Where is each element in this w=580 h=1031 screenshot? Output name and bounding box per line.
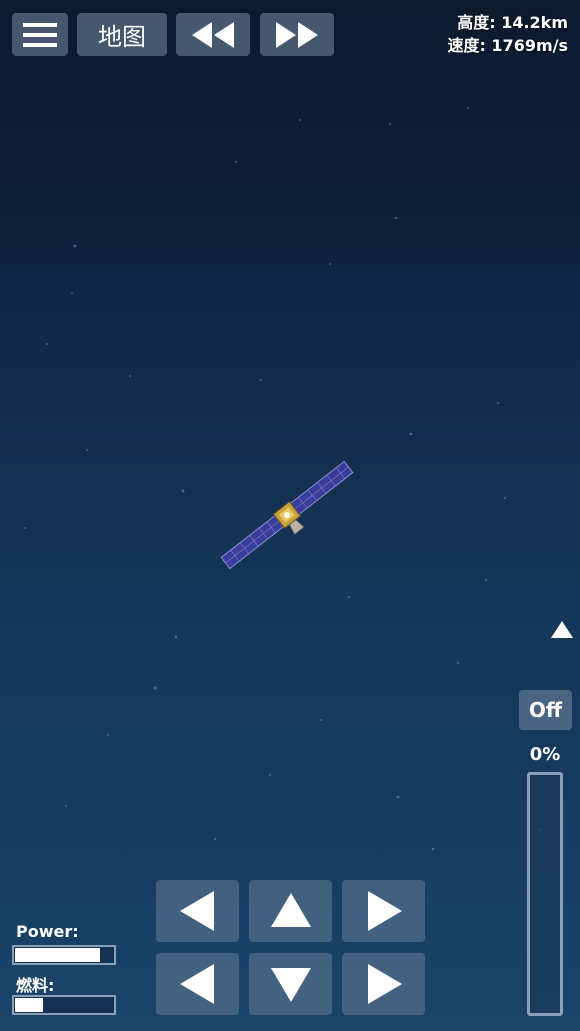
solar-panel-right bbox=[289, 460, 354, 516]
rotate-right-button[interactable] bbox=[342, 880, 425, 942]
fast-forward-icon bbox=[276, 21, 318, 48]
fuel-label: 燃料: bbox=[16, 976, 55, 995]
velocity-row: 速度: 1769m/s bbox=[447, 34, 568, 57]
thrust-up-button[interactable] bbox=[249, 880, 332, 942]
right-arrow-icon bbox=[367, 964, 402, 1004]
velocity-label: 速度: bbox=[447, 36, 486, 55]
fuel-bar bbox=[12, 995, 116, 1015]
rewind-icon bbox=[192, 21, 234, 48]
telemetry-readout: 高度: 14.2km 速度: 1769m/s bbox=[447, 11, 568, 57]
throttle-percent: 0% bbox=[529, 744, 561, 765]
map-button-label: 地图 bbox=[98, 23, 146, 51]
rotate-left-icon bbox=[179, 891, 214, 931]
fast-forward-button[interactable] bbox=[260, 13, 334, 56]
left-arrow-icon bbox=[179, 964, 214, 1004]
rotate-right-icon bbox=[367, 891, 402, 931]
rewind-button[interactable] bbox=[176, 13, 250, 56]
throttle-slider[interactable] bbox=[527, 772, 563, 1016]
down-arrow-icon bbox=[270, 968, 311, 1002]
hamburger-icon bbox=[23, 22, 57, 47]
thrust-down-button[interactable] bbox=[249, 953, 332, 1015]
solar-panel-left bbox=[220, 514, 285, 570]
move-left-button[interactable] bbox=[156, 953, 239, 1015]
rotate-left-button[interactable] bbox=[156, 880, 239, 942]
engine-toggle-label: Off bbox=[528, 698, 563, 722]
altitude-label: 高度: bbox=[457, 13, 496, 32]
altitude-value: 14.2km bbox=[501, 13, 568, 32]
menu-button[interactable] bbox=[12, 13, 68, 56]
throttle-up-indicator-icon[interactable] bbox=[551, 621, 573, 638]
up-arrow-icon bbox=[270, 893, 311, 927]
satellite-spacecraft bbox=[220, 460, 354, 570]
move-right-button[interactable] bbox=[342, 953, 425, 1015]
power-fill bbox=[15, 948, 100, 962]
engine-toggle-button[interactable]: Off bbox=[519, 690, 572, 730]
altitude-row: 高度: 14.2km bbox=[447, 11, 568, 34]
fuel-fill bbox=[15, 998, 43, 1012]
velocity-value: 1769m/s bbox=[491, 36, 568, 55]
power-bar bbox=[12, 945, 116, 965]
power-label: Power: bbox=[16, 922, 79, 941]
map-button[interactable]: 地图 bbox=[77, 13, 167, 56]
